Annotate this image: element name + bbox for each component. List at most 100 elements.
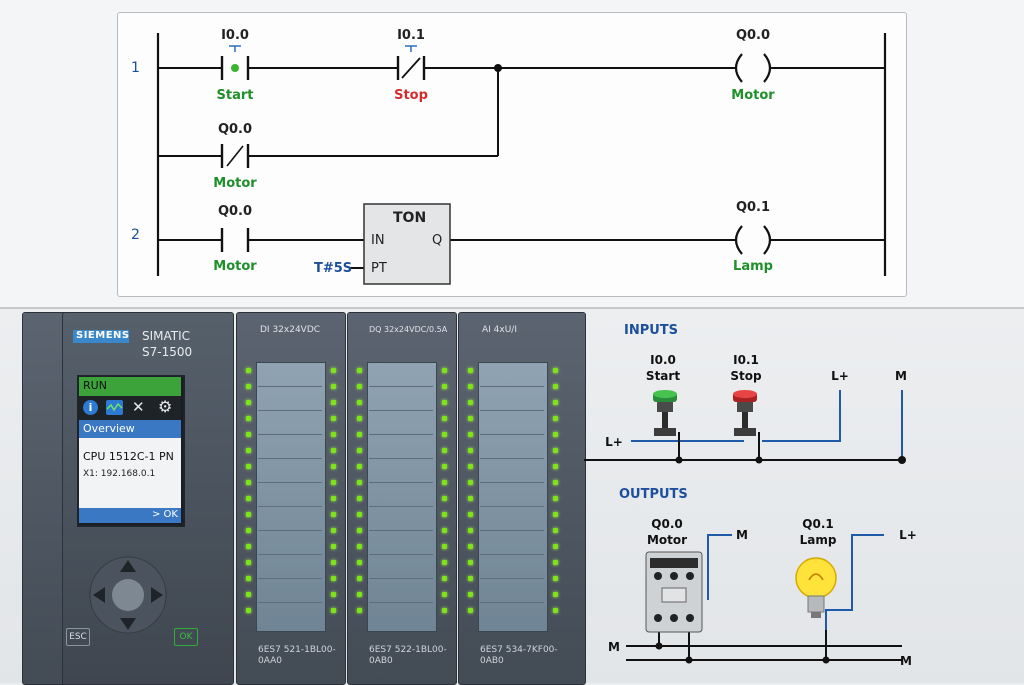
status-led [331,384,336,389]
status-led [246,448,251,453]
contact-seal-name: Motor [213,176,257,191]
coil-motor [734,53,772,83]
status-led [357,528,362,533]
gear-icon[interactable]: ⚙ [158,397,172,416]
module-di-cover[interactable] [256,362,326,632]
esc-key[interactable]: ESC [66,628,90,646]
contact-active-dot [231,64,239,72]
cover-seam [258,410,322,411]
status-led [468,432,473,437]
module-ai-order: 6ES7 534-7KF00- 0AB0 [480,645,558,667]
info-icon[interactable]: i [83,400,98,415]
status-led [331,496,336,501]
run-status: RUN [83,379,107,392]
status-led [553,544,558,549]
status-led [357,464,362,469]
cover-seam [258,554,322,555]
status-led [468,528,473,533]
status-led [553,448,558,453]
cover-seam [480,506,544,507]
status-led [357,400,362,405]
status-led [553,384,558,389]
status-led [442,496,447,501]
timer-in-label: IN [371,233,385,248]
force-marker-icon [229,45,241,52]
order-number-line1: 6ES7 522-1BL00- [369,645,447,655]
waveform-icon [106,402,123,412]
status-led [331,416,336,421]
status-led [246,592,251,597]
cover-seam [369,530,433,531]
status-led [553,528,558,533]
status-led [246,480,251,485]
module-dq-cover[interactable] [367,362,437,632]
status-led [331,544,336,549]
force-marker-icon [405,45,417,52]
cover-seam [480,554,544,555]
status-led [357,544,362,549]
status-led [468,608,473,613]
cover-seam [258,434,322,435]
status-led [246,496,251,501]
status-led [246,576,251,581]
module-ai-cover[interactable] [478,362,548,632]
status-led [442,528,447,533]
plc-model: S7-1500 [142,345,193,359]
cover-seam [369,482,433,483]
ok-key[interactable]: OK [174,628,198,646]
cpu-name: CPU 1512C-1 PN [83,450,174,463]
cover-seam [369,386,433,387]
status-led [442,592,447,597]
cover-seam [369,578,433,579]
status-led [442,448,447,453]
module-ai-header: AI 4xU/I [482,325,517,335]
status-led [331,368,336,373]
cover-seam [369,458,433,459]
cpu-ip: X1: 192.168.0.1 [83,469,156,479]
cover-seam [369,410,433,411]
status-led [442,544,447,549]
diagnostics-icon[interactable] [106,400,123,415]
wiring-diagram [584,390,906,664]
contact-start-address: I0.0 [221,28,249,43]
cover-seam [480,530,544,531]
status-led [553,416,558,421]
status-led [553,464,558,469]
status-led [357,576,362,581]
status-led [468,400,473,405]
cover-seam [480,578,544,579]
status-led [442,480,447,485]
status-led [357,480,362,485]
status-led [468,592,473,597]
start-pushbutton[interactable] [653,390,677,436]
cover-seam [480,434,544,435]
order-number-line2: 0AA0 [258,656,283,666]
cover-seam [369,554,433,555]
status-led [331,432,336,437]
order-number-line1: 6ES7 521-1BL00- [258,645,336,655]
stop-pushbutton[interactable] [733,390,757,436]
cover-seam [480,386,544,387]
tools-icon[interactable]: ✕ [132,398,145,416]
status-led [442,608,447,613]
status-led [357,384,362,389]
cover-seam [258,578,322,579]
status-led [357,608,362,613]
status-led [357,432,362,437]
timer-type: TON [393,210,427,226]
motor-contactor[interactable] [645,551,703,633]
status-led [331,560,336,565]
cover-seam [258,530,322,531]
module-dq-header: DQ 32x24VDC/0.5A [369,325,448,334]
status-led [442,368,447,373]
contact-start-name: Start [216,88,254,103]
status-led [468,576,473,581]
status-led [331,512,336,517]
ok-hint: > OK [152,509,178,520]
status-led [331,576,336,581]
coil-motor-address: Q0.0 [735,28,771,43]
rung2-wires [158,239,885,269]
coil-lamp-name: Lamp [733,259,773,274]
status-led [553,560,558,565]
cover-seam [369,602,433,603]
